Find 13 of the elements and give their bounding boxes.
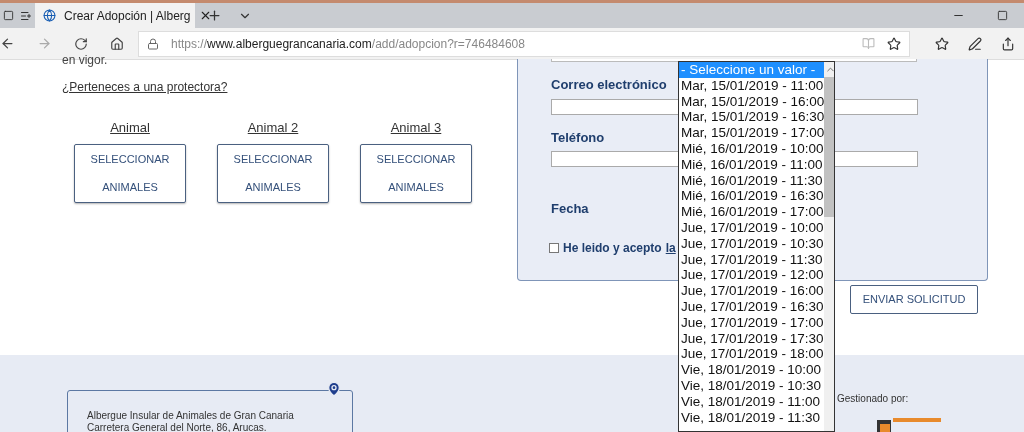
terms-label: He leido y acepto — [563, 239, 662, 257]
date-label: Fecha — [551, 200, 589, 218]
url-text: https://www.alberguegrancanaria.com/add/adopcion?r=746484608 — [171, 35, 526, 53]
address-line: Carretera General del Norte, 86, Arucas. — [87, 422, 268, 432]
field-label: Teléfono — [551, 128, 605, 147]
field-label: Correo electrónico — [551, 76, 667, 94]
intro-text: en vigor. — [62, 54, 109, 66]
managed-by-label: Gestionado por: — [837, 392, 910, 406]
address-line: Albergue Insular de Animales de Gran Canaria — [87, 410, 295, 422]
animal-label: Animal 3 — [390, 119, 442, 137]
tab-title: Crear Adopción | Alberg — [64, 7, 191, 25]
animal-label: Animal 2 — [247, 119, 299, 137]
animal-label: Animal — [110, 119, 150, 137]
